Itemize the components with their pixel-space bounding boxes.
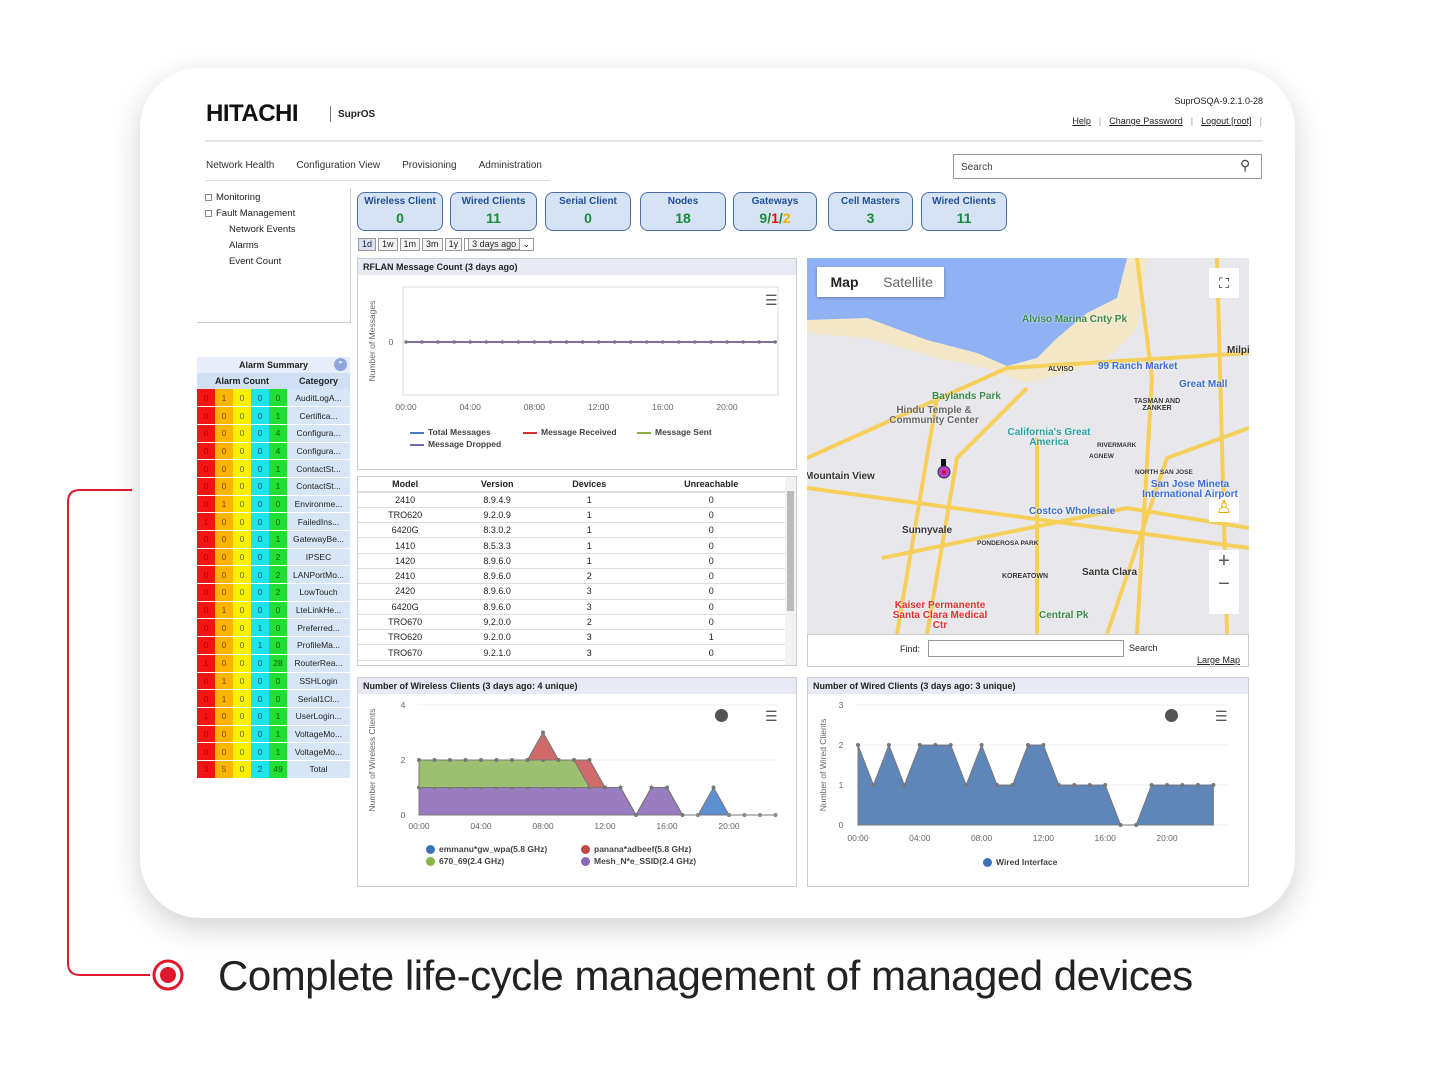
caption: Complete life-cycle management of manage… [218, 952, 1193, 999]
callout-connector [67, 489, 184, 991]
